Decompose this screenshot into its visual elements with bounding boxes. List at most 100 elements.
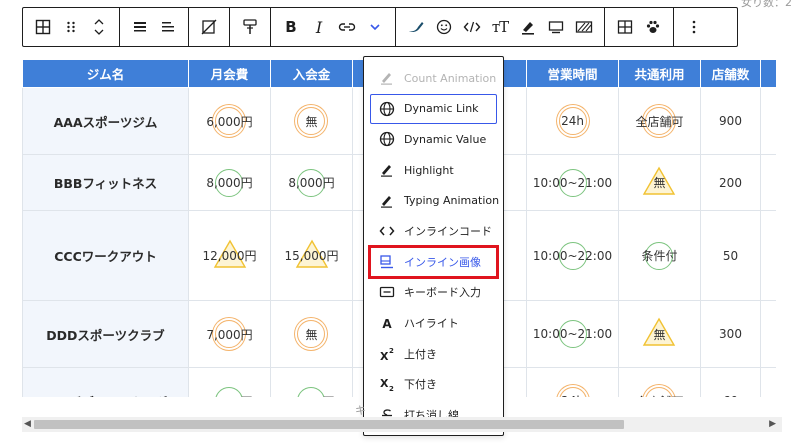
toolbar-group-options [674, 8, 714, 46]
menu-item-6[interactable]: インライン画像 [368, 244, 499, 280]
pen-icon [378, 192, 396, 210]
keyboard-icon[interactable] [544, 12, 568, 42]
brush-icon[interactable] [404, 12, 428, 42]
link-icon[interactable] [335, 12, 359, 42]
rating-mark-single: 10:00~22:00 [530, 241, 615, 270]
rating-mark-tri: 15,000円 [282, 239, 342, 268]
hatched-box-icon[interactable] [572, 12, 596, 42]
header-store-count[interactable]: 店舗数 [700, 59, 761, 88]
cell-hours[interactable]: 10:00~22:00 [526, 210, 619, 301]
move-up-down-icon[interactable] [87, 12, 111, 42]
header-monthly-fee[interactable]: 月会費 [188, 59, 271, 88]
cell-text: 8,000円 [206, 176, 253, 190]
cell-hours[interactable]: 24h [526, 87, 619, 155]
globe-icon [378, 130, 396, 148]
cell-join-fee[interactable]: 9,000円 [270, 367, 353, 398]
cell-monthly-fee[interactable]: 9,000円 [188, 367, 271, 397]
menu-item-3[interactable]: Highlight [370, 155, 497, 186]
clear-format-icon[interactable] [197, 12, 221, 42]
table-block-icon[interactable] [31, 12, 55, 42]
superscript-icon: X2 [378, 345, 396, 363]
subscript-icon: X2 [378, 375, 396, 393]
toolbar-group-format [189, 8, 230, 46]
menu-item-label: Typing Animation [404, 194, 500, 208]
cell-text: 無 [653, 176, 666, 190]
menu-item-5[interactable]: インラインコード [370, 216, 497, 247]
cell-monthly-fee[interactable]: 8,000円 [188, 154, 271, 211]
menu-item-9[interactable]: X 2 上付き [370, 338, 497, 369]
scroll-right-icon[interactable]: ▶ [769, 417, 776, 432]
rating-mark-double: 24h [558, 107, 587, 135]
header-hours[interactable]: 営業時間 [526, 59, 619, 88]
code-icon[interactable] [460, 12, 484, 42]
cell-store-count[interactable]: 300 [700, 300, 761, 368]
cell-shared-use[interactable]: 無 [618, 300, 701, 368]
cell-hours[interactable]: 10:00~21:00 [526, 300, 619, 368]
align-icon[interactable] [128, 12, 152, 42]
header-join-fee[interactable]: 入会金 [270, 59, 353, 88]
menu-item-1[interactable]: Dynamic Link [370, 93, 497, 125]
toolbar-group-block [23, 8, 120, 46]
table-edit-icon[interactable] [613, 12, 637, 42]
paw-icon[interactable] [641, 12, 665, 42]
bold-button[interactable]: B [279, 12, 303, 42]
cell-hours[interactable]: 24h [526, 367, 619, 397]
cell-overflow [760, 87, 776, 155]
paint-roller-icon[interactable] [238, 12, 262, 42]
cell-monthly-fee[interactable]: 12,000円 [188, 210, 271, 301]
emoji-icon[interactable] [432, 12, 456, 42]
rating-mark-double: 無 [297, 107, 326, 135]
more-options-chevron-down-icon[interactable] [363, 12, 387, 42]
horizontal-scrollbar[interactable]: ◀ ▶ [22, 417, 782, 432]
cell-monthly-fee[interactable]: 6,000円 [188, 87, 271, 155]
rating-mark-double: 7,000円 [203, 320, 255, 348]
cell-text: 9,000円 [288, 395, 334, 398]
toolbar-group-inline: B I [271, 8, 396, 46]
menu-item-8[interactable]: A ハイライト [370, 308, 497, 339]
cell-monthly-fee[interactable]: 7,000円 [188, 300, 271, 368]
cell-store-count[interactable]: 900 [700, 87, 761, 155]
typography-button[interactable]: тT [488, 12, 512, 42]
cell-text: 無 [305, 114, 318, 129]
drag-handle-icon[interactable] [59, 12, 83, 42]
cell-text: 24h [561, 114, 584, 128]
cell-hours[interactable]: 10:00~21:00 [526, 154, 619, 211]
rating-mark-single: 条件付 [638, 241, 680, 270]
menu-item-10[interactable]: X 2 下付き [370, 369, 497, 400]
rating-mark-tri: 無 [643, 166, 676, 195]
cell-store-count[interactable]: 200 [700, 154, 761, 211]
scrollbar-thumb[interactable] [34, 420, 624, 429]
cell-shared-use[interactable]: 条件付 [618, 210, 701, 301]
highlighter-icon[interactable] [516, 12, 540, 42]
rating-mark-single: 10:00~21:00 [530, 168, 615, 197]
cell-shared-use[interactable]: 無 [618, 154, 701, 211]
kebab-menu-icon[interactable] [682, 12, 706, 42]
cell-join-fee[interactable]: 無 [270, 300, 353, 368]
header-overflow [760, 59, 776, 88]
rating-mark-single: 8,000円 [203, 168, 255, 197]
text-align-icon[interactable] [156, 12, 180, 42]
cell-shared-use[interactable]: 全店舗可 [618, 87, 701, 155]
menu-item-7[interactable]: キーボード入力 [370, 277, 497, 308]
cell-join-fee[interactable]: 無 [270, 87, 353, 155]
italic-button[interactable]: I [307, 12, 331, 42]
header-shared-use[interactable]: 共通利用 [618, 59, 701, 88]
cell-join-fee[interactable]: 8,000円 [270, 154, 353, 211]
scroll-left-icon[interactable]: ◀ [24, 417, 31, 432]
svg-text:2: 2 [389, 347, 394, 355]
menu-item-2[interactable]: Dynamic Value [370, 124, 497, 155]
cell-gym-name[interactable]: BBBフィットネス [22, 154, 189, 211]
cell-gym-name[interactable]: DDDスポーツクラブ [22, 300, 189, 368]
cell-gym-name[interactable]: EEEボディメイキング [22, 367, 189, 397]
cell-overflow [760, 300, 776, 368]
cell-shared-use[interactable]: 全店舗可 [618, 367, 701, 397]
menu-item-4[interactable]: Typing Animation [370, 185, 500, 216]
cell-join-fee[interactable]: 15,000円 [270, 210, 353, 301]
rating-mark-double: 無 [297, 320, 326, 348]
cell-gym-name[interactable]: AAAスポーツジム [22, 87, 189, 155]
cell-store-count[interactable]: 60 [700, 367, 761, 397]
format-dropdown-menu: Count Animation Dynamic Link Dynamic Value… [363, 56, 504, 436]
cell-store-count[interactable]: 50 [700, 210, 761, 301]
header-gym-name[interactable]: ジム名 [22, 59, 189, 88]
cell-gym-name[interactable]: CCCワークアウト [22, 210, 189, 301]
